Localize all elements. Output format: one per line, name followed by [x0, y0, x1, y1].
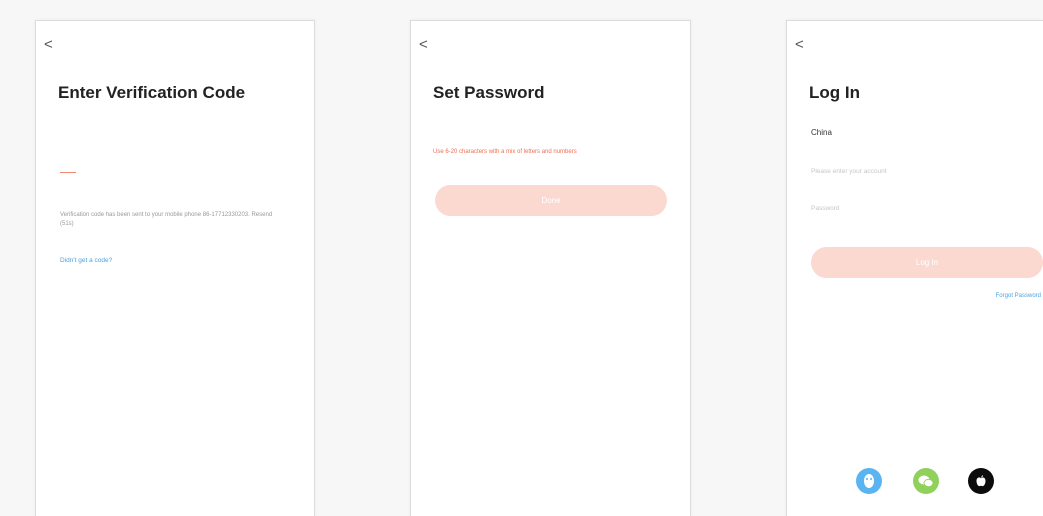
code-input-cursor[interactable]: [60, 172, 76, 173]
wechat-icon[interactable]: [913, 468, 939, 494]
qq-icon[interactable]: [856, 468, 882, 494]
back-chevron-icon[interactable]: <: [44, 37, 53, 52]
forgot-password-link[interactable]: Forgot Password: [996, 293, 1041, 299]
didnt-get-code-link[interactable]: Didn't get a code?: [60, 257, 112, 264]
login-button[interactable]: Log In: [811, 247, 1043, 278]
page-title: Enter Verification Code: [58, 83, 246, 102]
account-input[interactable]: [811, 163, 1031, 179]
verification-screen: < Enter Verification Code Verification c…: [35, 20, 315, 516]
back-chevron-icon[interactable]: <: [419, 37, 428, 52]
apple-icon[interactable]: [968, 468, 994, 494]
region-selector[interactable]: China: [811, 128, 832, 137]
code-sent-message: Verification code has been sent to your …: [60, 212, 273, 227]
back-chevron-icon[interactable]: <: [795, 37, 804, 52]
password-hint: Use 6-20 characters with a mix of letter…: [433, 149, 577, 155]
page-title: Log In: [809, 83, 860, 102]
page-title: Set Password: [433, 83, 545, 102]
set-password-screen: < Set Password Use 6-20 characters with …: [410, 20, 691, 516]
password-input[interactable]: [811, 200, 1031, 216]
done-button[interactable]: Done: [435, 185, 667, 216]
login-screen: < Log In China Log In Forgot Password: [786, 20, 1043, 516]
